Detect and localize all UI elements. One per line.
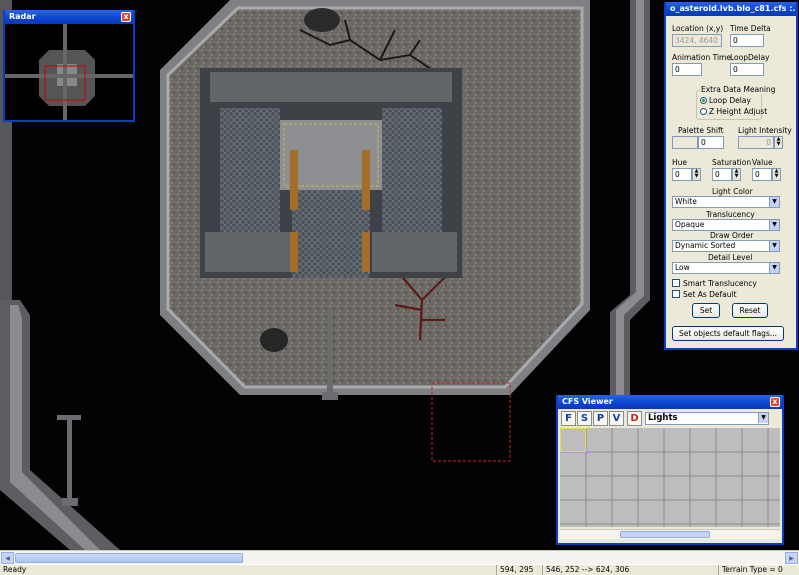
map-hscrollbar[interactable]: ◀ ▶ (0, 550, 799, 564)
loop-delay-field[interactable]: 0 (730, 63, 764, 76)
tool-prop-button[interactable]: P (593, 411, 608, 426)
properties-title: o_asteroid.lvb.blo_c81.cfs :... (670, 4, 796, 13)
radio-loop-delay-label: Loop Delay (709, 96, 751, 105)
chevron-down-icon: ▼ (769, 241, 779, 251)
radar-title: Radar (9, 12, 36, 21)
set-button[interactable]: Set (692, 303, 720, 318)
radar-minimap[interactable] (5, 24, 133, 120)
tool-delete-button[interactable]: D (627, 411, 642, 426)
set-as-default-label: Set As Default (683, 290, 737, 299)
draw-order-label: Draw Order (710, 231, 754, 240)
draw-order-value: Dynamic Sorted (675, 241, 736, 250)
radar-window[interactable]: Radar x (3, 10, 135, 122)
tool-floor-button[interactable]: F (561, 411, 576, 426)
tool-v-button[interactable]: V (609, 411, 624, 426)
cfs-category-value: Lights (648, 413, 678, 423)
radio-empty-icon (700, 108, 707, 115)
checkbox-icon (672, 290, 680, 298)
palette-shift-label: Palette Shift (678, 126, 724, 135)
value-label: Value (752, 158, 773, 167)
checkbox-icon (672, 279, 680, 287)
loop-delay-label: LoopDelay (730, 53, 770, 62)
smart-translucency-label: Smart Translucency (683, 279, 757, 288)
cfs-viewer-window[interactable]: CFS Viewer x F S P V D Lights ▼ (556, 395, 784, 545)
extra-data-label: Extra Data Meaning (700, 85, 777, 94)
cfs-titlebar[interactable]: CFS Viewer x (558, 395, 782, 409)
close-icon[interactable]: x (770, 397, 780, 407)
status-terrain: Terrain Type = 0 (718, 565, 799, 575)
close-icon[interactable]: x (121, 12, 131, 22)
object-properties-window[interactable]: o_asteroid.lvb.blo_c81.cfs :... Location… (664, 2, 798, 350)
draw-order-select[interactable]: Dynamic Sorted ▼ (672, 240, 780, 252)
light-color-select[interactable]: White ▼ (672, 196, 780, 208)
palette-shift-blank (672, 136, 698, 149)
editor-window: Radar x o_asteroid.lvb.blo_c81.cfs :... … (0, 0, 799, 575)
radio-selected-icon (700, 97, 707, 104)
detail-level-value: Low (675, 263, 690, 272)
status-range: 546, 252 --> 624, 306 (542, 565, 717, 575)
hue-spinner[interactable]: ▲ ▼ (692, 168, 701, 181)
light-intensity-field[interactable]: 0 (738, 136, 774, 149)
cfs-hscrollbar[interactable] (560, 529, 780, 539)
detail-level-label: Detail Level (708, 253, 753, 262)
palette-shift-field[interactable]: 0 (698, 136, 724, 149)
location-field: 3424, 4640 (672, 34, 722, 47)
animation-time-label: Animation Time (672, 53, 731, 62)
light-color-value: White (675, 197, 697, 206)
location-label: Location (x,y) (672, 24, 724, 33)
translucency-select[interactable]: Opaque ▼ (672, 219, 780, 231)
status-ready: Ready (3, 565, 27, 574)
radio-z-height[interactable]: Z Height Adjust (700, 107, 767, 116)
cfs-tile-grid[interactable] (560, 428, 780, 527)
boulder (260, 328, 288, 352)
value-spinner[interactable]: ▲ ▼ (772, 168, 781, 181)
value-field[interactable]: 0 (752, 168, 772, 181)
chevron-down-icon: ▼ (769, 197, 779, 207)
cfs-category-select[interactable]: Lights ▼ (645, 412, 769, 425)
chevron-down-icon: ▼ (769, 263, 779, 273)
status-bar: Ready 594, 295 546, 252 --> 624, 306 Ter… (0, 564, 799, 575)
time-delta-label: Time Delta (730, 24, 771, 33)
cfs-title: CFS Viewer (562, 397, 613, 406)
hue-label: Hue (672, 158, 688, 167)
scroll-right-icon[interactable]: ▶ (785, 552, 798, 564)
cfs-scroll-thumb[interactable] (620, 531, 710, 538)
detail-level-select[interactable]: Low ▼ (672, 262, 780, 274)
walkway-right (610, 0, 650, 395)
scroll-left-icon[interactable]: ◀ (1, 552, 14, 564)
chevron-down-icon: ▼ (758, 413, 768, 423)
boulder (304, 8, 340, 32)
saturation-label: Saturation (712, 158, 752, 167)
smart-translucency-checkbox[interactable]: Smart Translucency (672, 279, 757, 288)
animation-time-field[interactable]: 0 (672, 63, 702, 76)
light-intensity-label: Light Intensity (738, 126, 792, 135)
light-color-label: Light Color (712, 187, 753, 196)
radio-loop-delay[interactable]: Loop Delay (700, 96, 751, 105)
central-structure (200, 68, 462, 278)
saturation-field[interactable]: 0 (712, 168, 732, 181)
time-delta-field[interactable]: 0 (730, 34, 764, 47)
light-intensity-spinner[interactable]: ▲ ▼ (774, 136, 783, 149)
map-scroll-thumb[interactable] (15, 553, 243, 563)
radar-titlebar[interactable]: Radar x (5, 10, 133, 24)
chevron-down-icon: ▼ (769, 220, 779, 230)
set-as-default-checkbox[interactable]: Set As Default (672, 290, 737, 299)
properties-titlebar[interactable]: o_asteroid.lvb.blo_c81.cfs :... (666, 2, 796, 16)
tool-static-button[interactable]: S (577, 411, 592, 426)
translucency-value: Opaque (675, 220, 705, 229)
hue-field[interactable]: 0 (672, 168, 692, 181)
default-flags-button[interactable]: Set objects default flags... (672, 326, 784, 341)
reset-button[interactable]: Reset (732, 303, 768, 318)
radio-z-height-label: Z Height Adjust (709, 107, 768, 116)
translucency-label: Translucency (706, 210, 755, 219)
saturation-spinner[interactable]: ▲ ▼ (732, 168, 741, 181)
status-coords: 594, 295 (496, 565, 541, 575)
